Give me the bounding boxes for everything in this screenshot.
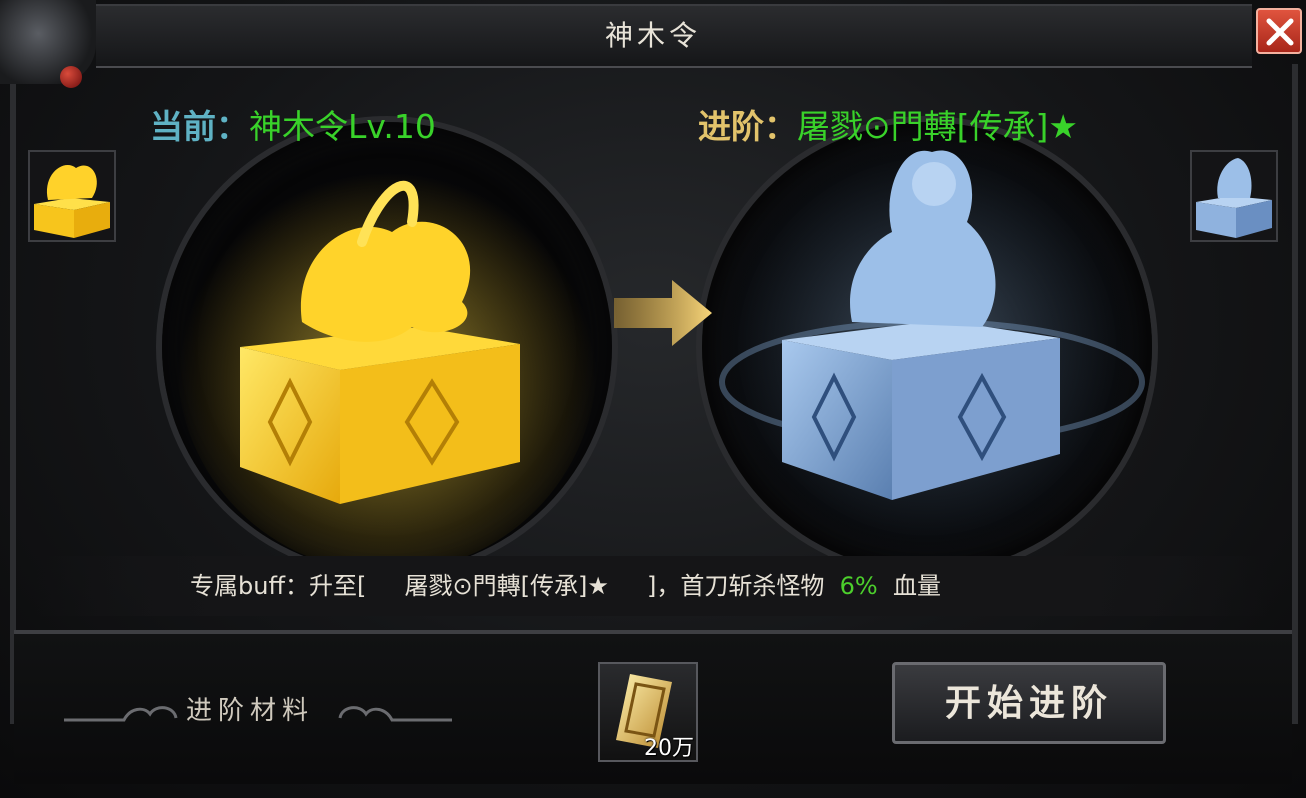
- buff-middle: ]，首刀斩杀怪物: [647, 572, 825, 600]
- cloud-ornament-icon: [338, 706, 452, 722]
- buff-item: 屠戮⊙門轉[传承]★: [404, 572, 609, 600]
- buff-percent: 6%: [839, 572, 878, 600]
- material-count: 20万: [644, 736, 694, 761]
- ice-seal-icon: [707, 127, 1147, 567]
- advance-prefix: 进阶：: [698, 107, 797, 146]
- right-border: [1292, 64, 1298, 724]
- window-title: 神木令: [604, 19, 701, 52]
- current-name: 神木令Lv.10: [249, 107, 436, 146]
- start-advance-button[interactable]: 开始进阶: [892, 662, 1166, 744]
- buff-description: 专属buff：升至[ 屠戮⊙門轉[传承]★ ]，首刀斩杀怪物 6% 血量: [190, 566, 941, 601]
- advance-name: 屠戮⊙門轉[传承]★: [797, 107, 1078, 146]
- cloud-ornament-icon: [64, 706, 178, 722]
- advance-thumbnail[interactable]: [1190, 150, 1278, 242]
- close-button[interactable]: [1256, 8, 1302, 54]
- gold-seal-icon: [177, 152, 597, 572]
- ice-seal-icon: [1196, 158, 1272, 238]
- advance-label: 进阶：屠戮⊙門轉[传承]★: [698, 100, 1078, 148]
- current-thumbnail[interactable]: [28, 150, 116, 242]
- left-border: [10, 84, 16, 724]
- materials-label: 进阶材料: [186, 696, 315, 726]
- current-label: 当前：神木令Lv.10: [150, 100, 436, 148]
- close-icon: [1266, 18, 1294, 46]
- buff-suffix: 血量: [893, 572, 941, 600]
- advance-item-display: [702, 122, 1152, 572]
- current-item-display: [162, 122, 612, 572]
- buff-prefix: 专属buff：升至[: [190, 572, 367, 600]
- gold-seal-icon: [34, 164, 110, 238]
- current-prefix: 当前：: [150, 107, 249, 146]
- arrow-right-icon: [614, 280, 712, 346]
